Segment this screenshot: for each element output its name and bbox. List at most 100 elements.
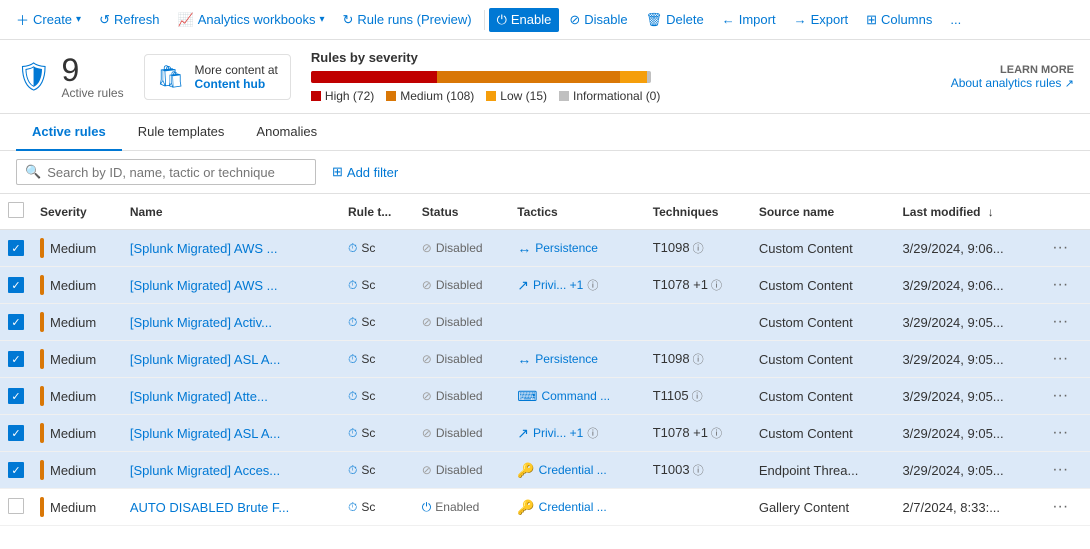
row-checkbox-cell[interactable]: ✓ — [0, 304, 32, 341]
row-actions-cell[interactable]: ··· — [1040, 378, 1090, 415]
name-cell[interactable]: [Splunk Migrated] ASL A... — [122, 341, 340, 378]
severity-medium-bar — [437, 71, 621, 83]
row-checkbox[interactable]: ✓ — [8, 425, 24, 441]
row-checkbox[interactable]: ✓ — [8, 462, 24, 478]
columns-icon: ⊞ — [866, 12, 877, 28]
schedule-icon: ⏱ — [348, 241, 357, 256]
learn-more-link[interactable]: About analytics rules — [951, 76, 1062, 90]
rule-type-cell: ⏱ Sc — [340, 267, 414, 304]
export-button[interactable]: → Export — [786, 8, 857, 31]
modified-value: 3/29/2024, 9:05... — [902, 463, 1003, 478]
row-more-button[interactable]: ··· — [1048, 313, 1072, 330]
severity-cell: Medium — [32, 304, 122, 341]
search-input[interactable] — [47, 165, 307, 180]
search-box[interactable]: 🔍 — [16, 159, 316, 185]
row-actions-cell[interactable]: ··· — [1040, 452, 1090, 489]
severity-info-bar — [647, 71, 650, 83]
row-checkbox-cell[interactable]: ✓ — [0, 378, 32, 415]
rule-runs-button[interactable]: ↻ Rule runs (Preview) — [335, 8, 480, 32]
name-cell[interactable]: [Splunk Migrated] Atte... — [122, 378, 340, 415]
name-cell[interactable]: [Splunk Migrated] Activ... — [122, 304, 340, 341]
modified-value: 3/29/2024, 9:05... — [902, 352, 1003, 367]
content-hub-block[interactable]: 🛍 More content at Content hub — [144, 54, 291, 100]
tab-rule-templates[interactable]: Rule templates — [122, 114, 241, 151]
status-icon: ⊘ — [422, 241, 432, 255]
select-all-checkbox[interactable] — [8, 202, 24, 218]
disable-button[interactable]: ⊘ Disable — [561, 8, 635, 32]
delete-button[interactable]: 🗑 Delete — [638, 8, 712, 32]
row-actions-cell[interactable]: ··· — [1040, 415, 1090, 452]
row-checkbox-cell[interactable]: ✓ — [0, 415, 32, 452]
techniques-cell — [645, 489, 751, 526]
row-more-button[interactable]: ··· — [1048, 350, 1072, 367]
create-button[interactable]: ＋ Create ▾ — [8, 6, 89, 33]
row-more-button[interactable]: ··· — [1048, 239, 1072, 256]
row-actions-cell[interactable]: ··· — [1040, 489, 1090, 526]
tactics-value: Credential ... — [539, 463, 607, 477]
row-checkbox-cell[interactable] — [0, 489, 32, 526]
tactics-cell: ↗Privi... +1 ⓘ — [509, 267, 644, 304]
severity-title: Rules by severity — [311, 50, 931, 65]
tactics-icon: ↔ — [517, 240, 531, 256]
analytics-workbooks-button[interactable]: 📈 Analytics workbooks ▾ — [170, 8, 333, 32]
row-checkbox[interactable]: ✓ — [8, 314, 24, 330]
low-legend-label: Low (15) — [500, 89, 547, 103]
row-checkbox[interactable]: ✓ — [8, 388, 24, 404]
status-value: Disabled — [436, 241, 483, 255]
severity-bar-indicator — [40, 386, 44, 406]
rule-type-value: Sc — [361, 426, 375, 440]
row-more-button[interactable]: ··· — [1048, 387, 1072, 404]
row-checkbox[interactable]: ✓ — [8, 351, 24, 367]
analytics-icon: 📈 — [178, 12, 194, 28]
row-checkbox[interactable] — [8, 498, 24, 514]
rule-type-cell: ⏱ Sc — [340, 378, 414, 415]
schedule-icon: ⏱ — [348, 500, 357, 515]
row-checkbox[interactable]: ✓ — [8, 277, 24, 293]
tab-anomalies[interactable]: Anomalies — [240, 114, 333, 151]
row-more-button[interactable]: ··· — [1048, 498, 1072, 515]
status-header: Status — [414, 194, 509, 230]
modified-cell: 3/29/2024, 9:05... — [894, 341, 1040, 378]
modified-cell: 3/29/2024, 9:05... — [894, 452, 1040, 489]
rule-type-value: Sc — [361, 500, 375, 514]
name-cell[interactable]: [Splunk Migrated] AWS ... — [122, 267, 340, 304]
row-checkbox-cell[interactable]: ✓ — [0, 452, 32, 489]
name-cell[interactable]: [Splunk Migrated] ASL A... — [122, 415, 340, 452]
modified-value: 2/7/2024, 8:33:... — [902, 500, 1000, 515]
name-cell[interactable]: AUTO DISABLED Brute F... — [122, 489, 340, 526]
more-options-button[interactable]: ... — [942, 8, 969, 31]
status-value: Disabled — [436, 352, 483, 366]
table-row: ✓ Medium [Splunk Migrated] Activ... ⏱ Sc… — [0, 304, 1090, 341]
status-value: Disabled — [436, 463, 483, 477]
source-cell: Endpoint Threa... — [751, 452, 895, 489]
name-cell[interactable]: [Splunk Migrated] AWS ... — [122, 230, 340, 267]
row-checkbox-cell[interactable]: ✓ — [0, 230, 32, 267]
tactics-cell: ⌨Command ... — [509, 378, 644, 415]
row-checkbox-cell[interactable]: ✓ — [0, 267, 32, 304]
row-actions-cell[interactable]: ··· — [1040, 304, 1090, 341]
refresh-button[interactable]: ↺ Refresh — [91, 8, 167, 32]
row-more-button[interactable]: ··· — [1048, 424, 1072, 441]
tab-active-rules[interactable]: Active rules — [16, 114, 122, 151]
enable-button[interactable]: ⏻ Enable — [489, 8, 560, 32]
row-actions-cell[interactable]: ··· — [1040, 341, 1090, 378]
active-count: 9 — [62, 54, 124, 86]
add-filter-button[interactable]: ⊞ Add filter — [324, 160, 406, 184]
row-more-button[interactable]: ··· — [1048, 276, 1072, 293]
rule-type-value: Sc — [361, 389, 375, 403]
more-icon: ... — [950, 12, 961, 27]
columns-button[interactable]: ⊞ Columns — [858, 8, 940, 32]
row-actions-cell[interactable]: ··· — [1040, 267, 1090, 304]
row-actions-cell[interactable]: ··· — [1040, 230, 1090, 267]
schedule-icon: ⏱ — [348, 426, 357, 441]
import-button[interactable]: ← Import — [714, 8, 784, 31]
schedule-icon: ⏱ — [348, 278, 357, 293]
row-checkbox-cell[interactable]: ✓ — [0, 341, 32, 378]
row-more-button[interactable]: ··· — [1048, 461, 1072, 478]
select-all-header[interactable] — [0, 194, 32, 230]
tactics-value: Command ... — [541, 389, 610, 403]
actions-header — [1040, 194, 1090, 230]
name-cell[interactable]: [Splunk Migrated] Acces... — [122, 452, 340, 489]
info-icon: ⓘ — [708, 280, 722, 292]
row-checkbox[interactable]: ✓ — [8, 240, 24, 256]
